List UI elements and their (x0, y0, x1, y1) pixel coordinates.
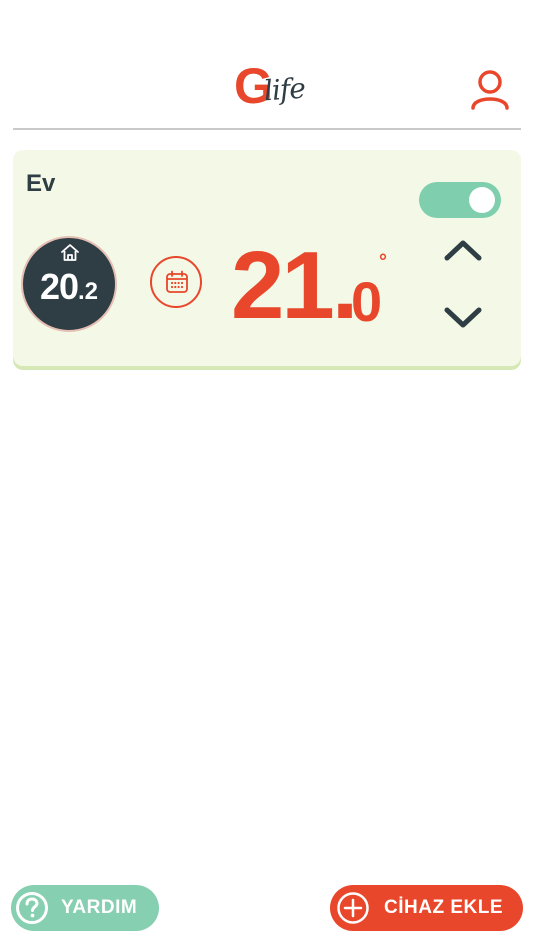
current-temperature-dec: .2 (78, 278, 99, 305)
help-button[interactable]: YARDIM (11, 885, 159, 931)
header-divider (13, 128, 521, 130)
user-icon (471, 70, 509, 110)
device-name: Ev (26, 170, 56, 197)
degree-symbol: ° (379, 251, 387, 273)
current-temperature-badge: 20.2 (21, 236, 117, 332)
calendar-icon (166, 270, 188, 293)
setpoint-int: 21. (231, 232, 358, 339)
add-device-button[interactable]: CİHAZ EKLE (330, 885, 523, 931)
question-icon (16, 892, 48, 924)
thermostat-card[interactable]: Ev 20.2 21. 0 ° (13, 150, 521, 366)
glife-logo: G life (232, 58, 322, 120)
schedule-button[interactable] (150, 256, 202, 308)
increase-temperature-button[interactable] (439, 232, 487, 268)
home-icon (61, 244, 79, 261)
app-header: G life (0, 0, 534, 130)
current-temperature: 20.2 (23, 266, 115, 308)
logo-word: life (262, 71, 306, 108)
add-device-label: CİHAZ EKLE (384, 897, 503, 918)
toggle-knob (469, 187, 495, 213)
current-temperature-int: 20 (39, 266, 79, 307)
chevron-down-icon (444, 307, 482, 328)
help-label: YARDIM (61, 897, 138, 918)
decrease-temperature-button[interactable] (439, 300, 487, 336)
setpoint-dec: 0 (351, 270, 383, 333)
app-screen: G life Ev 20.2 21. 0 ° YARDIM CİHAZ EKLE (0, 0, 534, 950)
power-toggle[interactable] (419, 182, 501, 218)
plus-circle-icon (337, 892, 369, 924)
profile-button[interactable] (468, 68, 512, 112)
chevron-up-icon (444, 240, 482, 261)
setpoint-temperature: 21. 0 ° (231, 238, 411, 338)
